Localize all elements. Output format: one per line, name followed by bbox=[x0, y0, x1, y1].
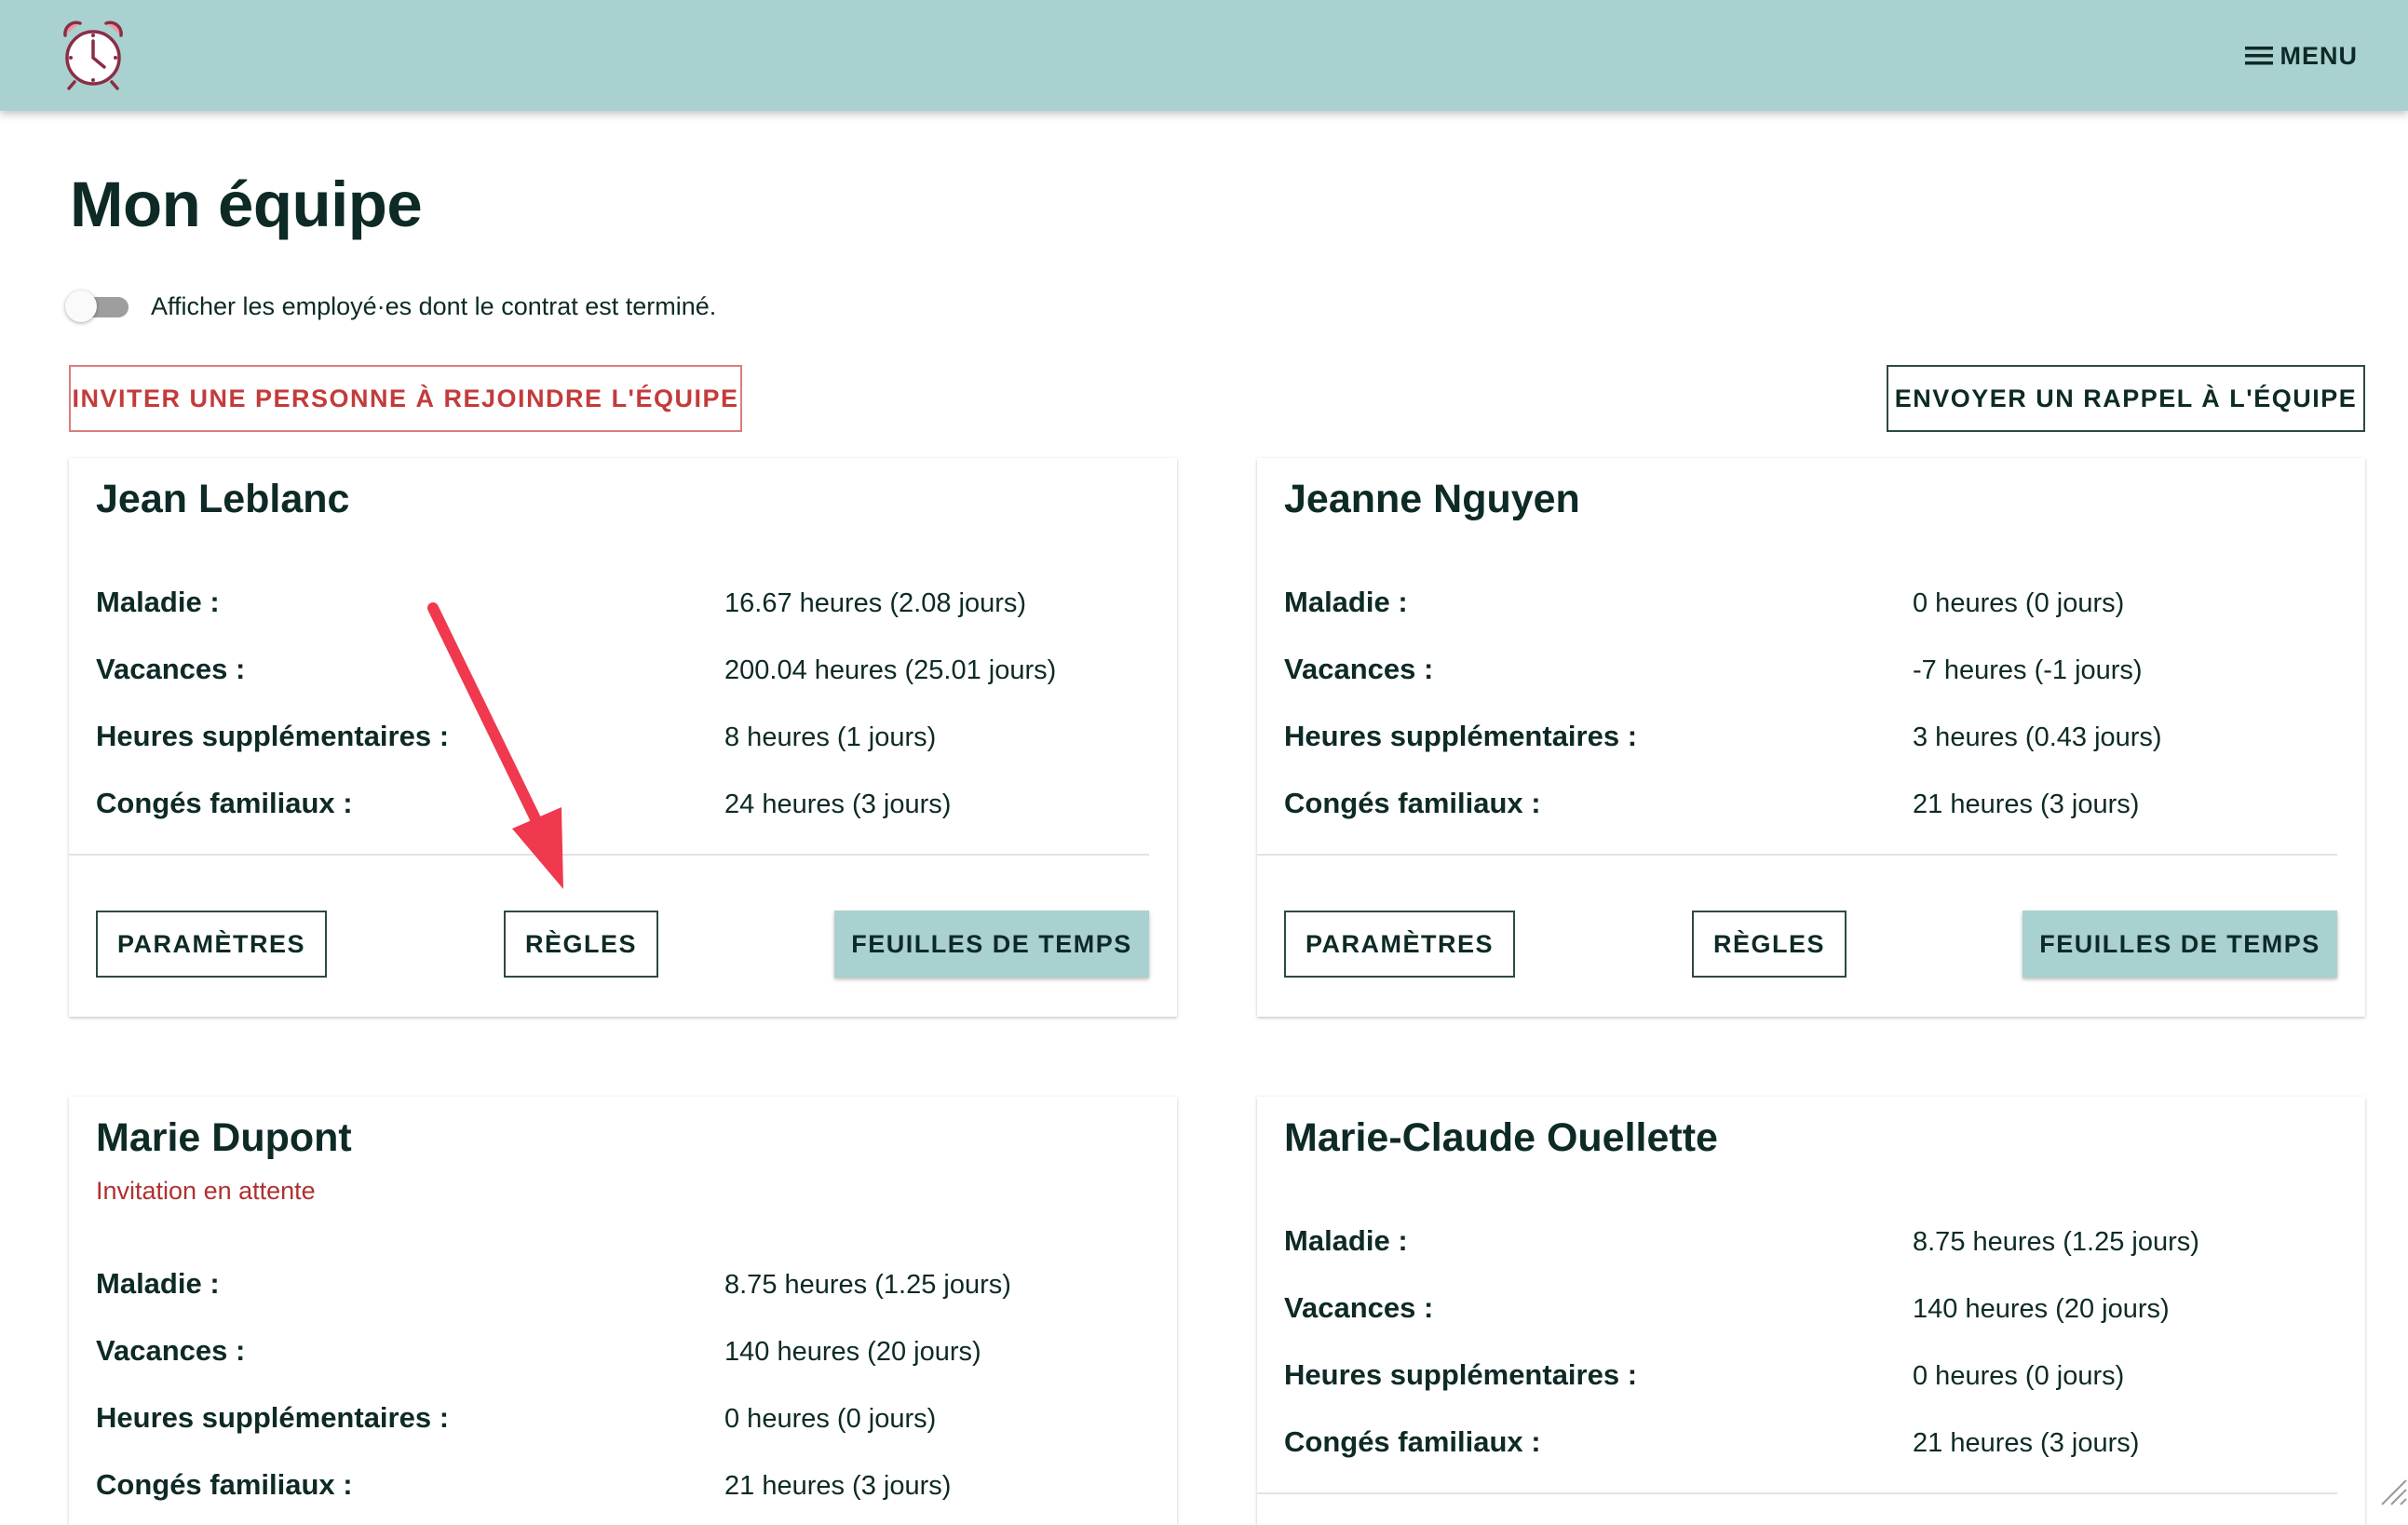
page-title: Mon équipe bbox=[70, 168, 422, 241]
employee-card: Jean Leblanc Maladie : 16.67 heures (2.0… bbox=[69, 458, 1177, 1017]
family-leave-value: 24 heures (3 jours) bbox=[724, 789, 951, 820]
show-ended-contracts-toggle[interactable] bbox=[65, 290, 130, 322]
sick-value: 0 heures (0 jours) bbox=[1913, 588, 2124, 619]
employee-name: Marie Dupont bbox=[96, 1115, 352, 1161]
card-divider bbox=[1257, 1492, 2337, 1494]
overtime-value: 8 heures (1 jours) bbox=[724, 722, 936, 753]
employee-name: Jean Leblanc bbox=[96, 477, 349, 522]
sick-label: Maladie : bbox=[1284, 1224, 1408, 1258]
overtime-label: Heures supplémentaires : bbox=[96, 720, 449, 753]
family-leave-value: 21 heures (3 jours) bbox=[1913, 789, 2139, 820]
show-ended-contracts-row: Afficher les employé·es dont le contrat … bbox=[65, 289, 716, 324]
employee-card: Marie-Claude Ouellette Maladie : 8.75 he… bbox=[1257, 1097, 2365, 1525]
sick-value: 16.67 heures (2.08 jours) bbox=[724, 588, 1026, 619]
timesheets-button[interactable]: FEUILLES DE TEMPS bbox=[834, 911, 1149, 978]
settings-button[interactable]: PARAMÈTRES bbox=[96, 911, 327, 978]
employee-name: Jeanne Nguyen bbox=[1284, 477, 1580, 522]
menu-button[interactable]: MENU bbox=[2243, 37, 2359, 74]
family-leave-value: 21 heures (3 jours) bbox=[1913, 1428, 2139, 1459]
menu-label: MENU bbox=[2280, 42, 2359, 71]
overtime-value: 0 heures (0 jours) bbox=[1913, 1361, 2124, 1392]
employee-card: Marie Dupont Invitation en attente Malad… bbox=[69, 1097, 1177, 1525]
employee-card: Jeanne Nguyen Maladie : 0 heures (0 jour… bbox=[1257, 458, 2365, 1017]
card-divider bbox=[1257, 854, 2337, 856]
alarm-clock-icon[interactable] bbox=[60, 19, 127, 91]
resize-grip-icon[interactable] bbox=[2376, 1475, 2408, 1506]
overtime-label: Heures supplémentaires : bbox=[96, 1401, 449, 1435]
overtime-label: Heures supplémentaires : bbox=[1284, 720, 1637, 753]
top-app-bar: MENU bbox=[0, 0, 2408, 111]
sick-label: Maladie : bbox=[96, 586, 220, 619]
family-leave-label: Congés familiaux : bbox=[96, 787, 353, 820]
vacation-label: Vacances : bbox=[1284, 653, 1433, 686]
family-leave-label: Congés familiaux : bbox=[1284, 787, 1541, 820]
family-leave-label: Congés familiaux : bbox=[1284, 1425, 1541, 1459]
vacation-label: Vacances : bbox=[96, 653, 245, 686]
vacation-value: 200.04 heures (25.01 jours) bbox=[724, 655, 1056, 686]
vacation-label: Vacances : bbox=[1284, 1291, 1433, 1325]
rules-button[interactable]: RÈGLES bbox=[504, 911, 658, 978]
settings-button[interactable]: PARAMÈTRES bbox=[1284, 911, 1515, 978]
toggle-label: Afficher les employé·es dont le contrat … bbox=[151, 292, 716, 321]
sick-value: 8.75 heures (1.25 jours) bbox=[1913, 1227, 2199, 1258]
annotation-arrow-icon bbox=[424, 601, 582, 898]
rules-button[interactable]: RÈGLES bbox=[1692, 911, 1847, 978]
toggle-knob bbox=[65, 290, 97, 322]
vacation-label: Vacances : bbox=[96, 1334, 245, 1368]
send-reminder-button[interactable]: ENVOYER UN RAPPEL À L'ÉQUIPE bbox=[1887, 365, 2365, 432]
overtime-value: 0 heures (0 jours) bbox=[724, 1404, 936, 1435]
invite-member-button[interactable]: INVITER UNE PERSONNE À REJOINDRE L'ÉQUIP… bbox=[69, 365, 742, 432]
hamburger-icon bbox=[2243, 42, 2277, 70]
overtime-value: 3 heures (0.43 jours) bbox=[1913, 722, 2162, 753]
sick-label: Maladie : bbox=[1284, 586, 1408, 619]
vacation-value: 140 heures (20 jours) bbox=[724, 1337, 981, 1368]
overtime-label: Heures supplémentaires : bbox=[1284, 1358, 1637, 1392]
invitation-status: Invitation en attente bbox=[96, 1177, 316, 1206]
card-divider bbox=[69, 854, 1149, 856]
vacation-value: 140 heures (20 jours) bbox=[1913, 1294, 2170, 1325]
employee-name: Marie-Claude Ouellette bbox=[1284, 1115, 1718, 1161]
vacation-value: -7 heures (-1 jours) bbox=[1913, 655, 2143, 686]
sick-label: Maladie : bbox=[96, 1267, 220, 1301]
family-leave-value: 21 heures (3 jours) bbox=[724, 1471, 951, 1502]
family-leave-label: Congés familiaux : bbox=[96, 1468, 353, 1502]
timesheets-button[interactable]: FEUILLES DE TEMPS bbox=[2022, 911, 2337, 978]
sick-value: 8.75 heures (1.25 jours) bbox=[724, 1270, 1011, 1301]
